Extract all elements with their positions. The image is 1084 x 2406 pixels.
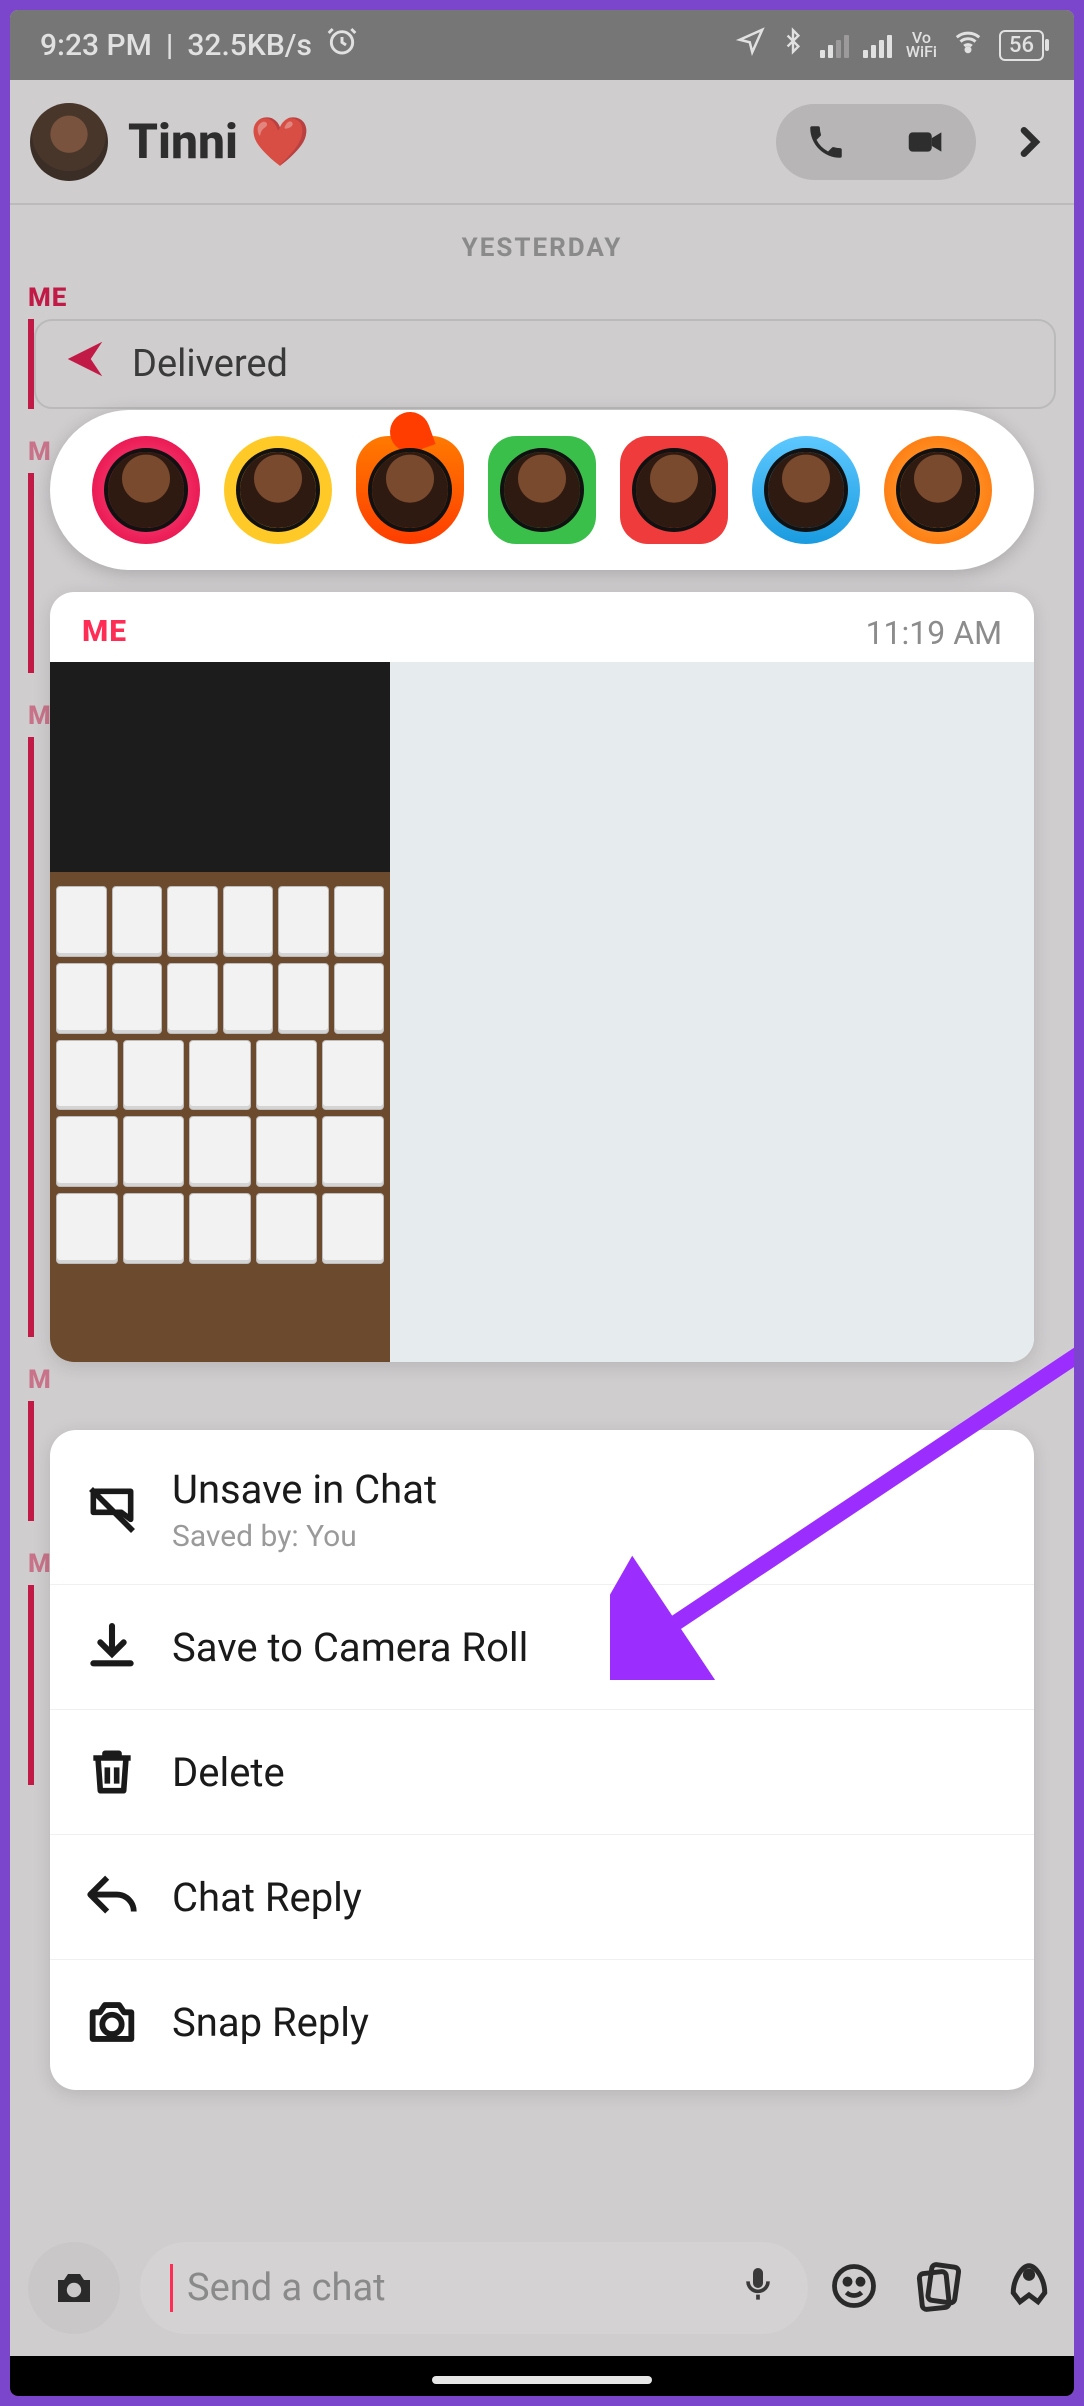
wifi-icon — [951, 26, 985, 64]
bluetooth-icon — [780, 26, 806, 64]
reaction-wow[interactable] — [752, 436, 860, 544]
heart-icon: ❤️ — [250, 113, 310, 170]
day-separator: YESTERDAY — [28, 233, 1056, 263]
menu-chat-reply[interactable]: Chat Reply — [50, 1835, 1034, 1960]
trash-icon — [80, 1740, 144, 1804]
camera-icon — [80, 1990, 144, 2054]
reaction-thumbs-up[interactable] — [488, 436, 596, 544]
menu-item-label: Save to Camera Roll — [172, 1624, 528, 1671]
gallery-icon[interactable] — [914, 2259, 968, 2317]
message-composer: Send a chat — [28, 2234, 1056, 2342]
menu-item-label: Unsave in Chat — [172, 1466, 437, 1513]
menu-item-label: Snap Reply — [172, 1999, 369, 2046]
chat-title[interactable]: Tinni ❤️ — [128, 113, 756, 170]
menu-delete[interactable]: Delete — [50, 1710, 1034, 1835]
video-call-button[interactable] — [876, 104, 976, 180]
mic-icon[interactable] — [738, 2263, 778, 2313]
status-time: 9:23 PM — [40, 28, 152, 63]
reaction-mind-blown[interactable] — [884, 436, 992, 544]
message-input[interactable]: Send a chat — [140, 2242, 808, 2334]
delivered-label: Delivered — [132, 342, 288, 386]
status-netspeed: 32.5KB/s — [187, 28, 312, 63]
reaction-bar — [50, 410, 1034, 570]
reaction-heart[interactable] — [92, 436, 200, 544]
avatar[interactable] — [30, 103, 108, 181]
signal-1-icon — [820, 32, 849, 58]
battery-icon: 56 — [999, 30, 1044, 61]
message-sender: ME — [82, 614, 127, 652]
selected-message: ME 11:19 AM — [50, 592, 1034, 1362]
reply-arrow-icon — [80, 1865, 144, 1929]
annotation-arrow — [610, 1300, 1074, 1684]
menu-item-label: Chat Reply — [172, 1874, 362, 1921]
alarm-icon — [326, 25, 358, 65]
sent-arrow-icon — [62, 336, 108, 393]
signal-2-icon — [863, 32, 892, 58]
text-cursor — [170, 2264, 173, 2312]
input-placeholder: Send a chat — [187, 2266, 386, 2310]
vowifi-icon: Vo WiFi — [906, 31, 937, 59]
reaction-thumbs-down[interactable] — [620, 436, 728, 544]
emoji-icon[interactable] — [828, 2260, 880, 2316]
sent-snap-status[interactable]: Delivered — [34, 319, 1056, 409]
menu-item-label: Delete — [172, 1749, 285, 1796]
camera-button[interactable] — [28, 2242, 120, 2334]
unsave-icon — [80, 1478, 144, 1542]
menu-snap-reply[interactable]: Snap Reply — [50, 1960, 1034, 2084]
home-indicator — [432, 2376, 652, 2384]
audio-call-button[interactable] — [776, 104, 876, 180]
rocket-icon[interactable] — [1002, 2259, 1056, 2317]
message-time: 11:19 AM — [866, 614, 1002, 652]
reaction-laugh-cry[interactable] — [224, 436, 332, 544]
message-image[interactable] — [50, 662, 1034, 1362]
menu-item-sub: Saved by: You — [172, 1519, 437, 1554]
chat-header: Tinni ❤️ — [10, 80, 1074, 205]
reaction-fire[interactable] — [356, 436, 464, 544]
location-icon — [736, 26, 766, 64]
download-icon — [80, 1615, 144, 1679]
call-buttons — [776, 104, 976, 180]
sender-label: ME — [28, 283, 1056, 313]
keyboard-photo — [50, 662, 390, 1362]
chevron-right-icon[interactable] — [1004, 122, 1054, 162]
status-bar: 9:23 PM | 32.5KB/s Vo WiFi 56 — [10, 10, 1074, 80]
